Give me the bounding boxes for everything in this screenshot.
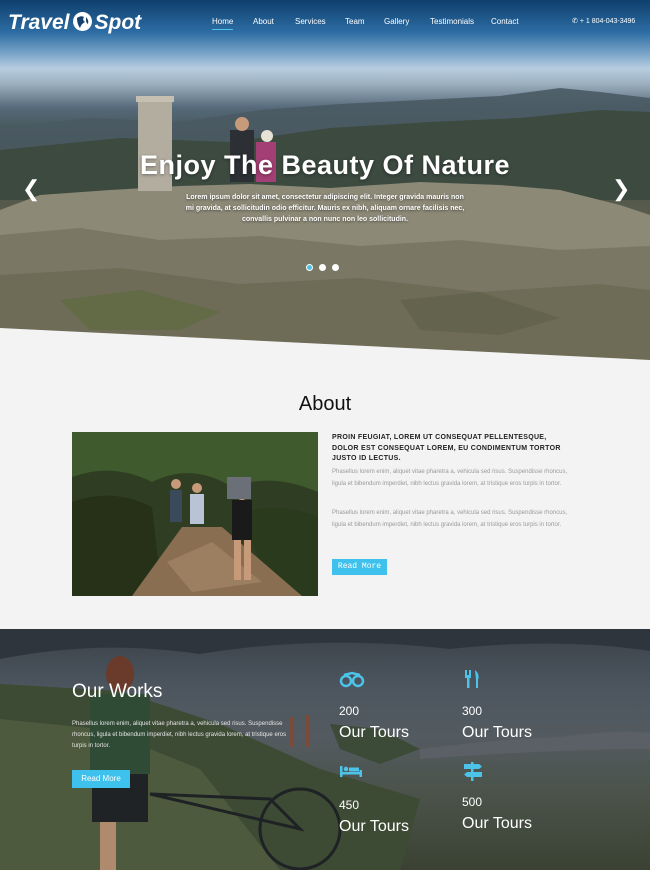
nav-item-contact[interactable]: Contact bbox=[491, 17, 519, 26]
stat-label: Our Tours bbox=[462, 815, 532, 832]
hero-slider: Travel Spot Home About Services Team Gall… bbox=[0, 0, 650, 360]
hero-title: Enjoy The Beauty Of Nature bbox=[139, 150, 511, 180]
signpost-icon bbox=[462, 761, 532, 781]
logo-text-right: Spot bbox=[94, 11, 142, 34]
phone-contact[interactable]: ✆ + 1 804-043-3496 bbox=[572, 17, 635, 25]
slider-dots bbox=[306, 258, 345, 276]
stat-label: Our Tours bbox=[462, 724, 532, 741]
nav-item-gallery[interactable]: Gallery bbox=[384, 17, 409, 26]
stat-item: 300 Our Tours bbox=[462, 669, 532, 742]
our-works-section: Our Works Phasellus lorem enim, aliquet … bbox=[0, 629, 650, 870]
nav-item-services[interactable]: Services bbox=[295, 17, 326, 26]
slider-dot-2[interactable] bbox=[319, 264, 326, 271]
slider-dot-3[interactable] bbox=[332, 264, 339, 271]
about-title: About bbox=[298, 393, 352, 415]
stat-value: 200 bbox=[339, 704, 360, 718]
about-read-more-button[interactable]: Read More bbox=[332, 559, 387, 575]
nav-item-testimonials[interactable]: Testimonials bbox=[430, 17, 474, 26]
stat-item: 200 Our Tours bbox=[339, 671, 409, 742]
about-lead-text: PROIN FEUGIAT, LOREM UT CONSEQUAT PELLEN… bbox=[332, 434, 561, 462]
hero-text: Lorem ipsum dolor sit amet, consectetur … bbox=[185, 194, 465, 223]
stat-item: 500 Our Tours bbox=[462, 761, 532, 833]
nav-item-about[interactable]: About bbox=[253, 17, 274, 26]
stat-value: 500 bbox=[462, 795, 483, 809]
phone-number: + 1 804-043-3496 bbox=[579, 18, 636, 25]
about-image bbox=[72, 432, 318, 596]
binoculars-icon bbox=[339, 671, 409, 689]
phone-icon: ✆ bbox=[572, 18, 578, 25]
bed-icon bbox=[339, 764, 409, 782]
stat-value: 300 bbox=[462, 704, 483, 718]
chevron-left-icon[interactable]: ❮ bbox=[22, 178, 40, 200]
nav-item-team[interactable]: Team bbox=[345, 17, 365, 26]
works-title: Our Works bbox=[72, 681, 163, 702]
stat-item: 450 Our Tours bbox=[339, 764, 409, 836]
nav-item-home[interactable]: Home bbox=[212, 17, 234, 30]
stat-label: Our Tours bbox=[339, 818, 409, 835]
about-paragraph-2: Phasellus lorem enim, aliquet vitae phar… bbox=[332, 510, 568, 528]
top-navigation: Travel Spot Home About Services Team Gall… bbox=[0, 0, 650, 44]
logo-text-left: Travel bbox=[8, 11, 70, 34]
works-read-more-button[interactable]: Read More bbox=[72, 770, 130, 788]
cutlery-icon bbox=[462, 669, 532, 688]
works-text: Phasellus lorem enim, aliquet vitae phar… bbox=[72, 721, 287, 749]
chevron-right-icon[interactable]: ❯ bbox=[612, 178, 630, 200]
slider-dot-1[interactable] bbox=[306, 264, 313, 271]
stat-label: Our Tours bbox=[339, 724, 409, 741]
stat-value: 450 bbox=[339, 798, 360, 812]
about-paragraph-1: Phasellus lorem enim, aliquet vitae phar… bbox=[332, 469, 568, 487]
logo[interactable]: Travel Spot bbox=[8, 11, 141, 35]
globe-icon bbox=[72, 12, 92, 31]
